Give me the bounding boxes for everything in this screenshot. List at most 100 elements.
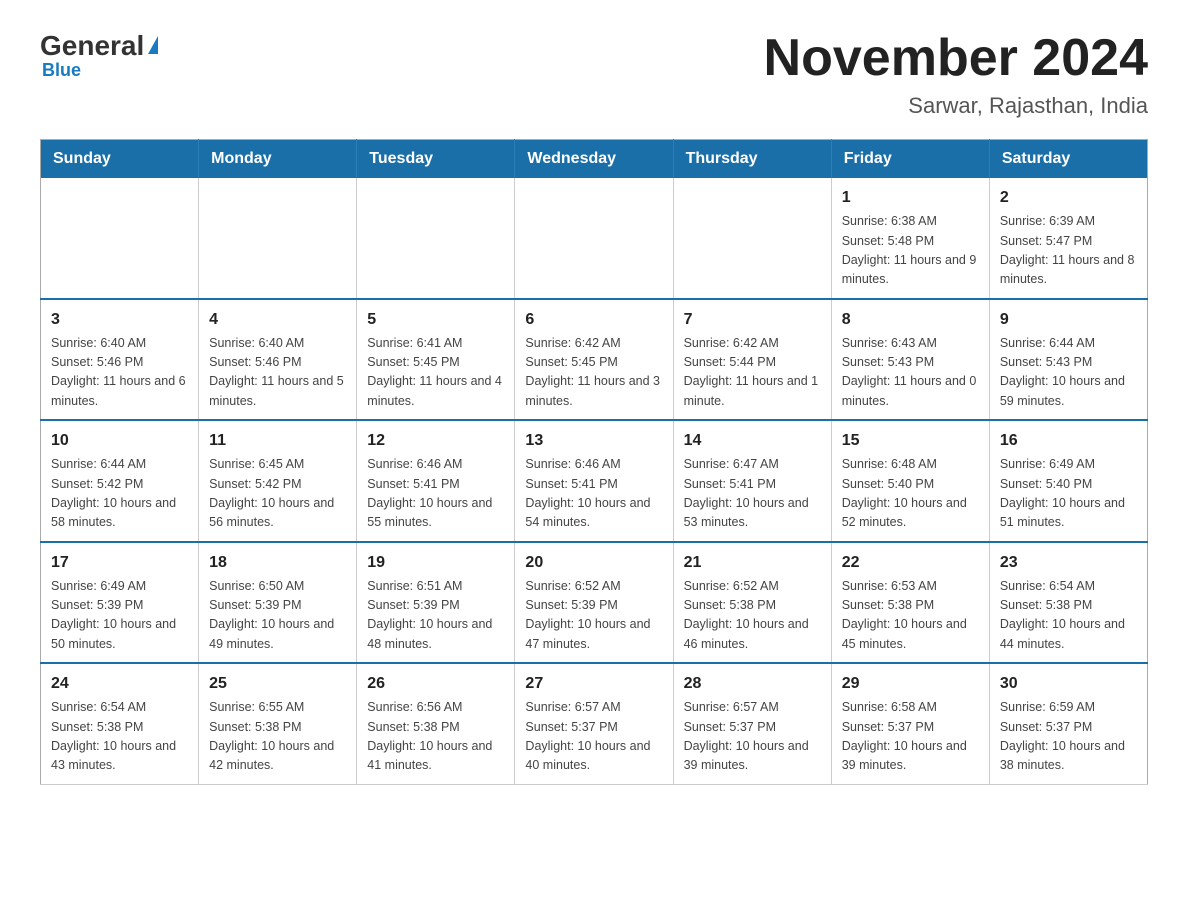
day-info: Sunrise: 6:52 AM Sunset: 5:38 PM Dayligh…: [684, 577, 821, 655]
day-number: 22: [842, 551, 979, 575]
day-info: Sunrise: 6:58 AM Sunset: 5:37 PM Dayligh…: [842, 698, 979, 776]
day-info: Sunrise: 6:47 AM Sunset: 5:41 PM Dayligh…: [684, 455, 821, 533]
day-info: Sunrise: 6:43 AM Sunset: 5:43 PM Dayligh…: [842, 334, 979, 412]
day-info: Sunrise: 6:39 AM Sunset: 5:47 PM Dayligh…: [1000, 212, 1137, 290]
calendar-cell: 18Sunrise: 6:50 AM Sunset: 5:39 PM Dayli…: [199, 542, 357, 664]
calendar-cell: 9Sunrise: 6:44 AM Sunset: 5:43 PM Daylig…: [989, 299, 1147, 421]
day-number: 29: [842, 672, 979, 696]
calendar-title-area: November 2024 Sarwar, Rajasthan, India: [764, 30, 1148, 119]
day-number: 21: [684, 551, 821, 575]
day-info: Sunrise: 6:52 AM Sunset: 5:39 PM Dayligh…: [525, 577, 662, 655]
day-number: 2: [1000, 186, 1137, 210]
calendar-header: SundayMondayTuesdayWednesdayThursdayFrid…: [41, 140, 1148, 179]
calendar-cell: [357, 178, 515, 299]
day-number: 10: [51, 429, 188, 453]
calendar-cell: [199, 178, 357, 299]
day-info: Sunrise: 6:45 AM Sunset: 5:42 PM Dayligh…: [209, 455, 346, 533]
calendar-cell: 13Sunrise: 6:46 AM Sunset: 5:41 PM Dayli…: [515, 420, 673, 542]
day-info: Sunrise: 6:48 AM Sunset: 5:40 PM Dayligh…: [842, 455, 979, 533]
day-info: Sunrise: 6:57 AM Sunset: 5:37 PM Dayligh…: [525, 698, 662, 776]
day-info: Sunrise: 6:53 AM Sunset: 5:38 PM Dayligh…: [842, 577, 979, 655]
calendar-cell: [515, 178, 673, 299]
day-number: 19: [367, 551, 504, 575]
calendar-week-row: 1Sunrise: 6:38 AM Sunset: 5:48 PM Daylig…: [41, 178, 1148, 299]
day-info: Sunrise: 6:44 AM Sunset: 5:43 PM Dayligh…: [1000, 334, 1137, 412]
calendar-cell: [673, 178, 831, 299]
calendar-cell: 12Sunrise: 6:46 AM Sunset: 5:41 PM Dayli…: [357, 420, 515, 542]
day-number: 4: [209, 308, 346, 332]
day-number: 23: [1000, 551, 1137, 575]
logo: General Blue: [40, 30, 158, 81]
calendar-cell: 28Sunrise: 6:57 AM Sunset: 5:37 PM Dayli…: [673, 663, 831, 784]
logo-general-text: General: [40, 30, 144, 62]
day-number: 5: [367, 308, 504, 332]
day-info: Sunrise: 6:40 AM Sunset: 5:46 PM Dayligh…: [51, 334, 188, 412]
calendar-cell: 10Sunrise: 6:44 AM Sunset: 5:42 PM Dayli…: [41, 420, 199, 542]
day-info: Sunrise: 6:57 AM Sunset: 5:37 PM Dayligh…: [684, 698, 821, 776]
day-number: 14: [684, 429, 821, 453]
calendar-week-row: 17Sunrise: 6:49 AM Sunset: 5:39 PM Dayli…: [41, 542, 1148, 664]
calendar-cell: 25Sunrise: 6:55 AM Sunset: 5:38 PM Dayli…: [199, 663, 357, 784]
calendar-cell: 24Sunrise: 6:54 AM Sunset: 5:38 PM Dayli…: [41, 663, 199, 784]
day-number: 16: [1000, 429, 1137, 453]
location-subtitle: Sarwar, Rajasthan, India: [764, 93, 1148, 119]
day-number: 13: [525, 429, 662, 453]
page-header: General Blue November 2024 Sarwar, Rajas…: [40, 30, 1148, 119]
day-number: 15: [842, 429, 979, 453]
weekday-header-row: SundayMondayTuesdayWednesdayThursdayFrid…: [41, 140, 1148, 179]
calendar-cell: 21Sunrise: 6:52 AM Sunset: 5:38 PM Dayli…: [673, 542, 831, 664]
day-number: 18: [209, 551, 346, 575]
day-number: 11: [209, 429, 346, 453]
day-number: 3: [51, 308, 188, 332]
day-info: Sunrise: 6:59 AM Sunset: 5:37 PM Dayligh…: [1000, 698, 1137, 776]
logo-wordmark: General: [40, 30, 158, 62]
day-info: Sunrise: 6:46 AM Sunset: 5:41 PM Dayligh…: [525, 455, 662, 533]
weekday-header-monday: Monday: [199, 140, 357, 179]
day-number: 12: [367, 429, 504, 453]
logo-blue-text: Blue: [40, 60, 81, 81]
calendar-cell: 30Sunrise: 6:59 AM Sunset: 5:37 PM Dayli…: [989, 663, 1147, 784]
day-number: 1: [842, 186, 979, 210]
calendar-week-row: 24Sunrise: 6:54 AM Sunset: 5:38 PM Dayli…: [41, 663, 1148, 784]
day-number: 6: [525, 308, 662, 332]
weekday-header-tuesday: Tuesday: [357, 140, 515, 179]
calendar-cell: 6Sunrise: 6:42 AM Sunset: 5:45 PM Daylig…: [515, 299, 673, 421]
weekday-header-friday: Friday: [831, 140, 989, 179]
day-info: Sunrise: 6:44 AM Sunset: 5:42 PM Dayligh…: [51, 455, 188, 533]
month-title: November 2024: [764, 30, 1148, 87]
calendar-cell: 26Sunrise: 6:56 AM Sunset: 5:38 PM Dayli…: [357, 663, 515, 784]
day-info: Sunrise: 6:51 AM Sunset: 5:39 PM Dayligh…: [367, 577, 504, 655]
day-number: 20: [525, 551, 662, 575]
day-info: Sunrise: 6:55 AM Sunset: 5:38 PM Dayligh…: [209, 698, 346, 776]
calendar-cell: 17Sunrise: 6:49 AM Sunset: 5:39 PM Dayli…: [41, 542, 199, 664]
day-info: Sunrise: 6:41 AM Sunset: 5:45 PM Dayligh…: [367, 334, 504, 412]
day-info: Sunrise: 6:46 AM Sunset: 5:41 PM Dayligh…: [367, 455, 504, 533]
calendar-cell: 1Sunrise: 6:38 AM Sunset: 5:48 PM Daylig…: [831, 178, 989, 299]
calendar-cell: 15Sunrise: 6:48 AM Sunset: 5:40 PM Dayli…: [831, 420, 989, 542]
calendar-cell: 27Sunrise: 6:57 AM Sunset: 5:37 PM Dayli…: [515, 663, 673, 784]
day-info: Sunrise: 6:49 AM Sunset: 5:40 PM Dayligh…: [1000, 455, 1137, 533]
day-number: 25: [209, 672, 346, 696]
weekday-header-wednesday: Wednesday: [515, 140, 673, 179]
calendar-cell: [41, 178, 199, 299]
weekday-header-thursday: Thursday: [673, 140, 831, 179]
day-number: 17: [51, 551, 188, 575]
day-number: 9: [1000, 308, 1137, 332]
calendar-week-row: 10Sunrise: 6:44 AM Sunset: 5:42 PM Dayli…: [41, 420, 1148, 542]
calendar-cell: 7Sunrise: 6:42 AM Sunset: 5:44 PM Daylig…: [673, 299, 831, 421]
calendar-table: SundayMondayTuesdayWednesdayThursdayFrid…: [40, 139, 1148, 785]
logo-triangle-icon: [148, 36, 158, 54]
day-number: 8: [842, 308, 979, 332]
calendar-cell: 11Sunrise: 6:45 AM Sunset: 5:42 PM Dayli…: [199, 420, 357, 542]
day-number: 30: [1000, 672, 1137, 696]
day-info: Sunrise: 6:40 AM Sunset: 5:46 PM Dayligh…: [209, 334, 346, 412]
day-number: 27: [525, 672, 662, 696]
day-info: Sunrise: 6:49 AM Sunset: 5:39 PM Dayligh…: [51, 577, 188, 655]
day-info: Sunrise: 6:42 AM Sunset: 5:45 PM Dayligh…: [525, 334, 662, 412]
day-info: Sunrise: 6:56 AM Sunset: 5:38 PM Dayligh…: [367, 698, 504, 776]
day-number: 26: [367, 672, 504, 696]
calendar-cell: 20Sunrise: 6:52 AM Sunset: 5:39 PM Dayli…: [515, 542, 673, 664]
day-info: Sunrise: 6:42 AM Sunset: 5:44 PM Dayligh…: [684, 334, 821, 412]
calendar-body: 1Sunrise: 6:38 AM Sunset: 5:48 PM Daylig…: [41, 178, 1148, 784]
calendar-cell: 5Sunrise: 6:41 AM Sunset: 5:45 PM Daylig…: [357, 299, 515, 421]
